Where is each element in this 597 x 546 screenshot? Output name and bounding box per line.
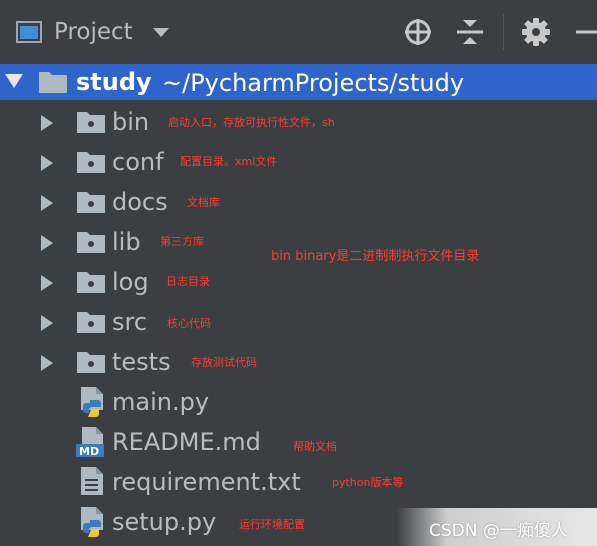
item-name: tests [112, 348, 171, 376]
folder-icon [77, 192, 105, 213]
svg-text:MD: MD [79, 445, 99, 458]
python-file-icon [81, 387, 103, 417]
tree-item-log[interactable]: log 日志目录 [0, 262, 597, 302]
tree-item-docs[interactable]: docs 文档库 [0, 182, 597, 222]
folder-icon [77, 272, 105, 293]
tree-item-src[interactable]: src 核心代码 [0, 302, 597, 342]
tree-item-readme-md[interactable]: MD README.md 帮助文档 [0, 422, 597, 462]
folder-icon [77, 152, 105, 173]
item-annotation: 第三方库 [160, 235, 204, 248]
collapsed-arrow-icon[interactable] [40, 354, 54, 372]
watermark: CSDN @一痴傻人 [397, 508, 597, 546]
item-name: docs [112, 188, 168, 216]
collapsed-arrow-icon[interactable] [40, 154, 54, 172]
item-annotation: 帮助文档 [293, 440, 337, 453]
locate-target-icon[interactable] [402, 16, 434, 48]
item-annotation: 配置目录。xml文件 [180, 155, 278, 168]
item-annotation: python版本等 [332, 476, 404, 489]
bin-annotation: bin binary是二进制制执行文件目录 [271, 249, 480, 264]
collapsed-arrow-icon[interactable] [40, 234, 54, 252]
gear-icon[interactable] [520, 16, 552, 48]
folder-icon [39, 72, 67, 93]
tree-item-requirement-txt[interactable]: requirement.txt python版本等 [0, 462, 597, 502]
item-name: setup.py [112, 508, 217, 536]
collapsed-arrow-icon[interactable] [40, 314, 54, 332]
tree-item-conf[interactable]: conf 配置目录。xml文件 [0, 142, 597, 182]
project-window-icon[interactable] [16, 21, 42, 43]
collapsed-arrow-icon[interactable] [40, 194, 54, 212]
item-name: conf [112, 148, 164, 176]
folder-icon [77, 312, 105, 333]
item-name: bin [112, 108, 150, 136]
item-annotation: 运行环境配置 [239, 518, 305, 531]
tree-item-tests[interactable]: tests 存放测试代码 [0, 342, 597, 382]
tree-item-bin[interactable]: bin 启动入口，存放可执行性文件，sh [0, 102, 597, 142]
item-annotation: 文档库 [187, 196, 220, 209]
python-file-icon [81, 507, 103, 537]
item-annotation: 存放测试代码 [191, 356, 257, 369]
item-name: log [112, 268, 149, 296]
item-name: lib [112, 228, 141, 256]
item-name: README.md [112, 428, 261, 456]
root-folder-path: ~/PycharmProjects/study [162, 69, 465, 97]
chevron-down-icon[interactable] [152, 27, 170, 39]
folder-icon [77, 232, 105, 253]
collapsed-arrow-icon[interactable] [40, 274, 54, 292]
collapsed-arrow-icon[interactable] [40, 114, 54, 132]
markdown-file-icon: MD [76, 427, 104, 458]
root-folder-name: study [76, 68, 152, 96]
tree-root-study[interactable]: study ~/PycharmProjects/study [0, 64, 597, 100]
item-name: requirement.txt [112, 468, 301, 496]
text-file-icon [81, 467, 103, 495]
project-toolbar: Project [0, 0, 597, 65]
collapse-all-icon[interactable] [454, 16, 486, 48]
item-annotation: 启动入口，存放可执行性文件，sh [168, 116, 335, 129]
folder-icon [77, 352, 105, 373]
watermark-text: CSDN @一痴傻人 [429, 521, 568, 541]
item-annotation: 日志目录 [166, 275, 210, 288]
hide-panel-icon[interactable] [572, 16, 597, 48]
project-tree: study ~/PycharmProjects/study bin 启动入口，存… [0, 64, 597, 546]
project-view-title[interactable]: Project [54, 16, 133, 48]
item-annotation: 核心代码 [167, 317, 211, 330]
toolbar-separator [503, 14, 504, 50]
tree-item-main-py[interactable]: main.py [0, 382, 597, 422]
item-name: main.py [112, 388, 210, 416]
expanded-arrow-icon[interactable] [4, 73, 24, 89]
item-name: src [112, 308, 148, 336]
folder-icon [77, 112, 105, 133]
